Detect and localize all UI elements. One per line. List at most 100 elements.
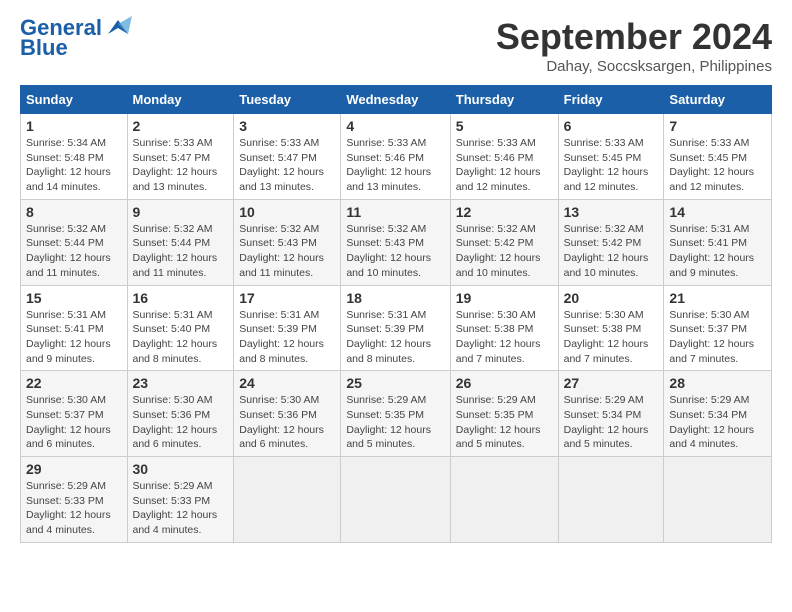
day-number: 1 xyxy=(26,118,122,134)
calendar-cell: 22 Sunrise: 5:30 AMSunset: 5:37 PMDaylig… xyxy=(21,371,128,457)
calendar-cell: 11 Sunrise: 5:32 AMSunset: 5:43 PMDaylig… xyxy=(341,199,450,285)
calendar-cell: 2 Sunrise: 5:33 AMSunset: 5:47 PMDayligh… xyxy=(127,114,234,200)
calendar-cell xyxy=(450,457,558,543)
calendar-cell: 27 Sunrise: 5:29 AMSunset: 5:34 PMDaylig… xyxy=(558,371,664,457)
logo: General Blue xyxy=(20,16,132,60)
day-number: 15 xyxy=(26,290,122,306)
day-number: 5 xyxy=(456,118,553,134)
day-info: Sunrise: 5:33 AMSunset: 5:46 PMDaylight:… xyxy=(456,136,553,195)
day-info: Sunrise: 5:29 AMSunset: 5:33 PMDaylight:… xyxy=(26,479,122,538)
logo-bird-icon xyxy=(104,16,132,36)
day-info: Sunrise: 5:32 AMSunset: 5:44 PMDaylight:… xyxy=(133,222,229,281)
day-info: Sunrise: 5:32 AMSunset: 5:43 PMDaylight:… xyxy=(239,222,335,281)
day-info: Sunrise: 5:29 AMSunset: 5:35 PMDaylight:… xyxy=(456,393,553,452)
location: Dahay, Soccsksargen, Philippines xyxy=(496,58,772,75)
calendar-cell xyxy=(664,457,772,543)
day-number: 6 xyxy=(564,118,659,134)
day-number: 19 xyxy=(456,290,553,306)
day-info: Sunrise: 5:31 AMSunset: 5:39 PMDaylight:… xyxy=(346,308,444,367)
calendar-cell: 28 Sunrise: 5:29 AMSunset: 5:34 PMDaylig… xyxy=(664,371,772,457)
calendar-cell: 3 Sunrise: 5:33 AMSunset: 5:47 PMDayligh… xyxy=(234,114,341,200)
calendar-week-1: 1 Sunrise: 5:34 AMSunset: 5:48 PMDayligh… xyxy=(21,114,772,200)
calendar-cell: 24 Sunrise: 5:30 AMSunset: 5:36 PMDaylig… xyxy=(234,371,341,457)
day-number: 7 xyxy=(669,118,766,134)
month-title: September 2024 xyxy=(496,16,772,58)
day-number: 8 xyxy=(26,204,122,220)
day-info: Sunrise: 5:32 AMSunset: 5:42 PMDaylight:… xyxy=(456,222,553,281)
calendar-cell: 4 Sunrise: 5:33 AMSunset: 5:46 PMDayligh… xyxy=(341,114,450,200)
header-thursday: Thursday xyxy=(450,86,558,114)
calendar-cell: 23 Sunrise: 5:30 AMSunset: 5:36 PMDaylig… xyxy=(127,371,234,457)
day-info: Sunrise: 5:30 AMSunset: 5:37 PMDaylight:… xyxy=(26,393,122,452)
day-number: 4 xyxy=(346,118,444,134)
header-tuesday: Tuesday xyxy=(234,86,341,114)
calendar-cell: 10 Sunrise: 5:32 AMSunset: 5:43 PMDaylig… xyxy=(234,199,341,285)
day-info: Sunrise: 5:33 AMSunset: 5:47 PMDaylight:… xyxy=(239,136,335,195)
day-info: Sunrise: 5:30 AMSunset: 5:36 PMDaylight:… xyxy=(239,393,335,452)
calendar-cell: 30 Sunrise: 5:29 AMSunset: 5:33 PMDaylig… xyxy=(127,457,234,543)
day-number: 13 xyxy=(564,204,659,220)
day-number: 25 xyxy=(346,375,444,391)
day-info: Sunrise: 5:32 AMSunset: 5:44 PMDaylight:… xyxy=(26,222,122,281)
day-number: 14 xyxy=(669,204,766,220)
day-info: Sunrise: 5:30 AMSunset: 5:37 PMDaylight:… xyxy=(669,308,766,367)
day-info: Sunrise: 5:29 AMSunset: 5:35 PMDaylight:… xyxy=(346,393,444,452)
calendar-cell xyxy=(341,457,450,543)
header-wednesday: Wednesday xyxy=(341,86,450,114)
calendar-cell: 9 Sunrise: 5:32 AMSunset: 5:44 PMDayligh… xyxy=(127,199,234,285)
header-monday: Monday xyxy=(127,86,234,114)
day-number: 24 xyxy=(239,375,335,391)
day-info: Sunrise: 5:33 AMSunset: 5:45 PMDaylight:… xyxy=(669,136,766,195)
day-number: 17 xyxy=(239,290,335,306)
day-number: 18 xyxy=(346,290,444,306)
calendar-cell: 6 Sunrise: 5:33 AMSunset: 5:45 PMDayligh… xyxy=(558,114,664,200)
day-number: 3 xyxy=(239,118,335,134)
calendar-week-2: 8 Sunrise: 5:32 AMSunset: 5:44 PMDayligh… xyxy=(21,199,772,285)
header-saturday: Saturday xyxy=(664,86,772,114)
day-number: 9 xyxy=(133,204,229,220)
header-sunday: Sunday xyxy=(21,86,128,114)
calendar-cell: 5 Sunrise: 5:33 AMSunset: 5:46 PMDayligh… xyxy=(450,114,558,200)
day-number: 2 xyxy=(133,118,229,134)
calendar-week-3: 15 Sunrise: 5:31 AMSunset: 5:41 PMDaylig… xyxy=(21,285,772,371)
day-info: Sunrise: 5:31 AMSunset: 5:41 PMDaylight:… xyxy=(26,308,122,367)
calendar-cell: 19 Sunrise: 5:30 AMSunset: 5:38 PMDaylig… xyxy=(450,285,558,371)
calendar-cell: 15 Sunrise: 5:31 AMSunset: 5:41 PMDaylig… xyxy=(21,285,128,371)
calendar-cell: 7 Sunrise: 5:33 AMSunset: 5:45 PMDayligh… xyxy=(664,114,772,200)
calendar-week-5: 29 Sunrise: 5:29 AMSunset: 5:33 PMDaylig… xyxy=(21,457,772,543)
day-info: Sunrise: 5:32 AMSunset: 5:42 PMDaylight:… xyxy=(564,222,659,281)
day-info: Sunrise: 5:31 AMSunset: 5:39 PMDaylight:… xyxy=(239,308,335,367)
day-number: 10 xyxy=(239,204,335,220)
day-number: 22 xyxy=(26,375,122,391)
calendar-cell xyxy=(234,457,341,543)
day-info: Sunrise: 5:29 AMSunset: 5:33 PMDaylight:… xyxy=(133,479,229,538)
day-info: Sunrise: 5:33 AMSunset: 5:46 PMDaylight:… xyxy=(346,136,444,195)
calendar-header-row: SundayMondayTuesdayWednesdayThursdayFrid… xyxy=(21,86,772,114)
day-number: 11 xyxy=(346,204,444,220)
day-info: Sunrise: 5:34 AMSunset: 5:48 PMDaylight:… xyxy=(26,136,122,195)
calendar-cell: 29 Sunrise: 5:29 AMSunset: 5:33 PMDaylig… xyxy=(21,457,128,543)
day-info: Sunrise: 5:30 AMSunset: 5:38 PMDaylight:… xyxy=(456,308,553,367)
calendar-cell: 12 Sunrise: 5:32 AMSunset: 5:42 PMDaylig… xyxy=(450,199,558,285)
calendar-cell: 16 Sunrise: 5:31 AMSunset: 5:40 PMDaylig… xyxy=(127,285,234,371)
calendar-table: SundayMondayTuesdayWednesdayThursdayFrid… xyxy=(20,85,772,543)
calendar-week-4: 22 Sunrise: 5:30 AMSunset: 5:37 PMDaylig… xyxy=(21,371,772,457)
calendar-cell: 14 Sunrise: 5:31 AMSunset: 5:41 PMDaylig… xyxy=(664,199,772,285)
title-block: September 2024 Dahay, Soccsksargen, Phil… xyxy=(496,16,772,75)
header-friday: Friday xyxy=(558,86,664,114)
calendar-cell: 20 Sunrise: 5:30 AMSunset: 5:38 PMDaylig… xyxy=(558,285,664,371)
day-number: 27 xyxy=(564,375,659,391)
calendar-cell: 26 Sunrise: 5:29 AMSunset: 5:35 PMDaylig… xyxy=(450,371,558,457)
day-number: 23 xyxy=(133,375,229,391)
logo-blue: Blue xyxy=(20,36,68,60)
day-number: 29 xyxy=(26,461,122,477)
calendar-cell: 1 Sunrise: 5:34 AMSunset: 5:48 PMDayligh… xyxy=(21,114,128,200)
calendar-cell: 21 Sunrise: 5:30 AMSunset: 5:37 PMDaylig… xyxy=(664,285,772,371)
day-info: Sunrise: 5:29 AMSunset: 5:34 PMDaylight:… xyxy=(669,393,766,452)
day-info: Sunrise: 5:31 AMSunset: 5:40 PMDaylight:… xyxy=(133,308,229,367)
day-number: 28 xyxy=(669,375,766,391)
calendar-cell: 17 Sunrise: 5:31 AMSunset: 5:39 PMDaylig… xyxy=(234,285,341,371)
day-number: 20 xyxy=(564,290,659,306)
calendar-cell: 8 Sunrise: 5:32 AMSunset: 5:44 PMDayligh… xyxy=(21,199,128,285)
day-number: 21 xyxy=(669,290,766,306)
